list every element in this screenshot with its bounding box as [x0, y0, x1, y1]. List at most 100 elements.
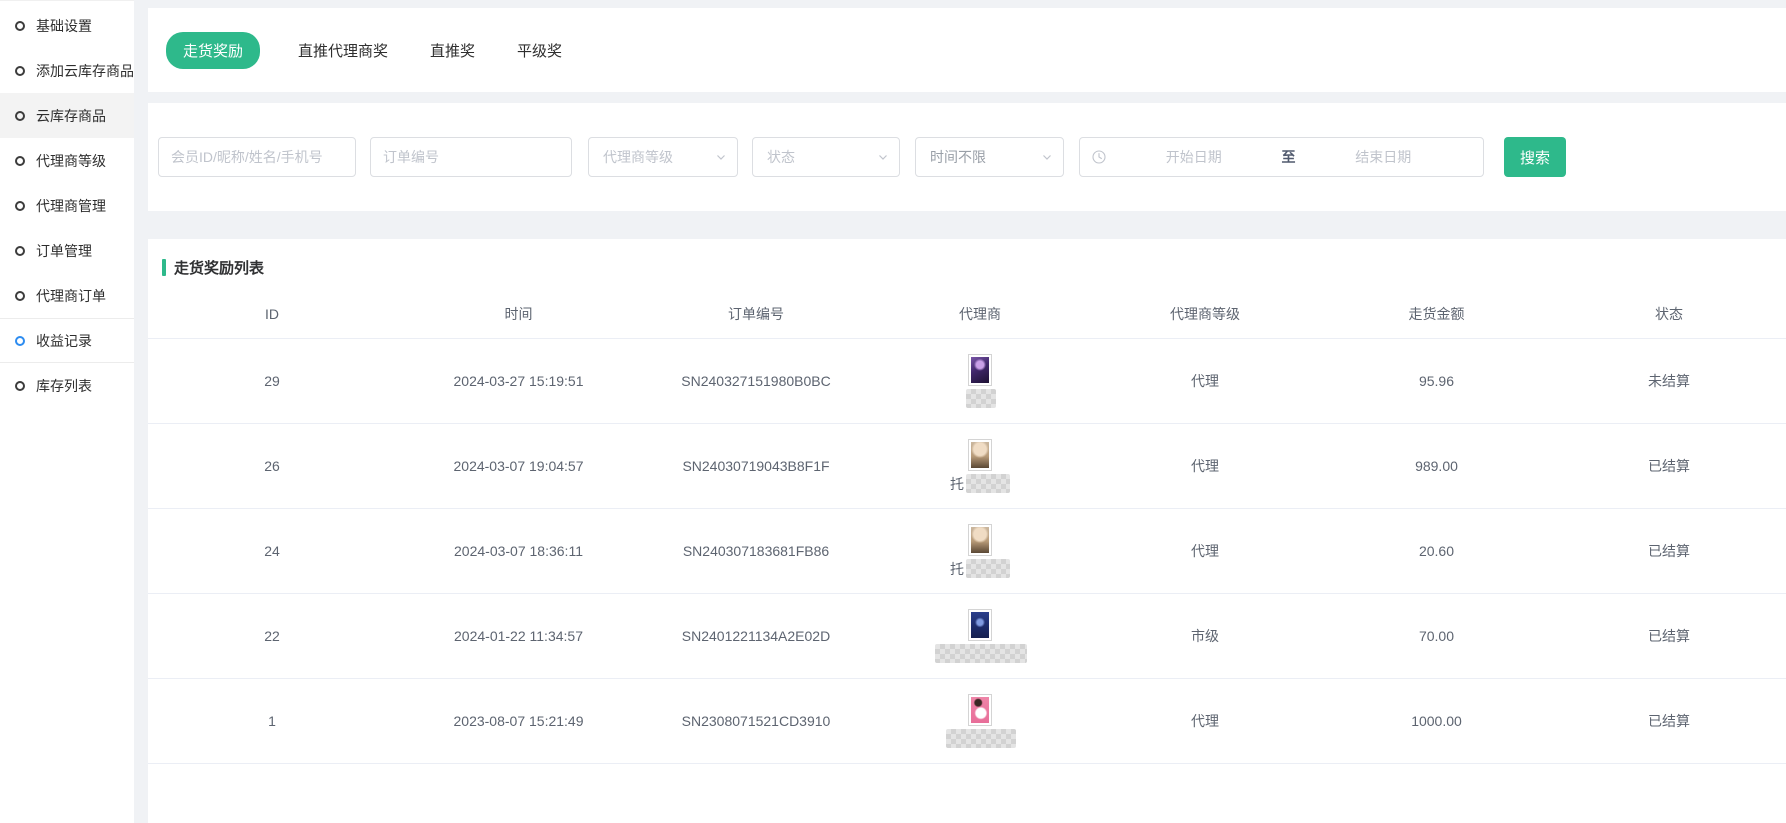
sidebar-item-label: 收益记录	[36, 331, 92, 351]
member-search-field	[158, 137, 356, 177]
sidebar-item-order-management[interactable]: 订单管理	[0, 228, 134, 273]
order-no-field	[370, 137, 572, 177]
cell-id: 29	[148, 373, 396, 389]
cell-time: 2023-08-07 15:21:49	[396, 713, 641, 729]
censored-name	[935, 644, 1027, 663]
cell-time: 2024-03-27 15:19:51	[396, 373, 641, 389]
tab-direct-agent-reward[interactable]: 直推代理商奖	[294, 32, 392, 69]
date-range-picker[interactable]: 开始日期 至 结束日期	[1079, 137, 1484, 177]
sidebar: 基础设置 添加云库存商品 云库存商品 代理商等级 代理商管理 订单管理 代理商订…	[0, 0, 134, 823]
sidebar-item-label: 订单管理	[36, 241, 92, 261]
cell-order-no: SN2308071521CD3910	[641, 713, 871, 729]
radio-circle-icon	[15, 381, 25, 391]
agent-name: 托	[950, 474, 1010, 494]
col-header-order-no: 订单编号	[641, 304, 871, 324]
agent-name-prefix: 托	[950, 474, 964, 494]
cell-amount: 989.00	[1321, 458, 1552, 474]
radio-circle-icon	[15, 246, 25, 256]
clock-icon	[1092, 150, 1106, 164]
agent-level-select[interactable]: 代理商等级	[588, 137, 738, 177]
member-search-input[interactable]	[159, 138, 355, 176]
table-header: ID 时间 订单编号 代理商 代理商等级 走货金额 状态	[148, 289, 1786, 339]
censored-name	[966, 559, 1010, 578]
agent-name-prefix: 托	[950, 559, 964, 579]
cell-agent-level: 代理	[1089, 371, 1321, 391]
cell-time: 2024-01-22 11:34:57	[396, 628, 641, 644]
reward-table: ID 时间 订单编号 代理商 代理商等级 走货金额 状态 29 2024-03-…	[148, 289, 1786, 764]
table-row: 24 2024-03-07 18:36:11 SN240307183681FB8…	[148, 509, 1786, 594]
sidebar-item-add-cloud-stock-product[interactable]: 添加云库存商品	[0, 48, 134, 93]
censored-name	[966, 474, 1010, 493]
cell-amount: 70.00	[1321, 628, 1552, 644]
censored-name	[966, 389, 996, 408]
cell-agent: 托	[871, 524, 1089, 579]
sidebar-item-basic-settings[interactable]: 基础设置	[0, 3, 134, 48]
chevron-down-icon	[1041, 151, 1053, 163]
cell-id: 24	[148, 543, 396, 559]
cell-status: 未结算	[1552, 371, 1786, 391]
sidebar-item-agent-orders[interactable]: 代理商订单	[0, 273, 134, 318]
tab-peer-reward[interactable]: 平级奖	[513, 32, 566, 69]
table-row: 26 2024-03-07 19:04:57 SN24030719043B8F1…	[148, 424, 1786, 509]
cell-agent: 托	[871, 439, 1089, 494]
cell-agent	[871, 694, 1089, 748]
table-row: 22 2024-01-22 11:34:57 SN2401221134A2E02…	[148, 594, 1786, 679]
order-no-input[interactable]	[371, 138, 571, 176]
tab-shipment-reward[interactable]: 走货奖励	[166, 32, 260, 69]
col-header-time: 时间	[396, 304, 641, 324]
agent-avatar	[968, 609, 992, 641]
page-title: 走货奖励列表	[174, 257, 264, 278]
col-header-agent-level: 代理商等级	[1089, 304, 1321, 324]
cell-order-no: SN240307183681FB86	[641, 543, 871, 559]
cell-status: 已结算	[1552, 541, 1786, 561]
cell-agent	[871, 609, 1089, 663]
radio-circle-icon	[15, 66, 25, 76]
radio-circle-icon	[15, 201, 25, 211]
agent-avatar	[968, 354, 992, 386]
start-date-field[interactable]: 开始日期	[1106, 147, 1282, 167]
sidebar-item-label: 基础设置	[36, 16, 92, 36]
date-separator: 至	[1282, 147, 1296, 167]
time-range-select[interactable]: 时间不限	[915, 137, 1064, 177]
sidebar-item-label: 代理商订单	[36, 286, 106, 306]
sidebar-item-cloud-stock-product[interactable]: 云库存商品	[0, 93, 134, 138]
cell-time: 2024-03-07 18:36:11	[396, 543, 641, 559]
sidebar-item-earnings-records[interactable]: 收益记录	[0, 318, 134, 363]
sidebar-item-label: 云库存商品	[36, 106, 106, 126]
sidebar-item-label: 库存列表	[36, 376, 92, 396]
censored-name	[946, 729, 1016, 748]
sidebar-item-stock-list[interactable]: 库存列表	[0, 363, 134, 408]
cell-id: 26	[148, 458, 396, 474]
cell-amount: 95.96	[1321, 373, 1552, 389]
cell-agent-level: 代理	[1089, 456, 1321, 476]
sidebar-item-agent-level[interactable]: 代理商等级	[0, 138, 134, 183]
agent-name	[933, 644, 1027, 663]
radio-circle-icon	[15, 291, 25, 301]
section-title: 走货奖励列表	[162, 253, 1786, 281]
tab-direct-reward[interactable]: 直推奖	[426, 32, 479, 69]
cell-agent-level: 代理	[1089, 711, 1321, 731]
sidebar-item-agent-management[interactable]: 代理商管理	[0, 183, 134, 228]
reward-list-card: 走货奖励列表 ID 时间 订单编号 代理商 代理商等级 走货金额 状态 29 2…	[148, 239, 1786, 823]
cell-agent-level: 市级	[1089, 626, 1321, 646]
filter-bar: 代理商等级 状态 时间不限 开始日期 至 结束日期 搜索	[148, 103, 1786, 211]
search-button[interactable]: 搜索	[1504, 137, 1566, 177]
end-date-field[interactable]: 结束日期	[1296, 147, 1472, 167]
agent-avatar	[968, 524, 992, 556]
cell-status: 已结算	[1552, 456, 1786, 476]
main-content: 走货奖励 直推代理商奖 直推奖 平级奖 代理商等级 状态 时间不限 开始日期 至…	[148, 0, 1786, 823]
status-select-placeholder: 状态	[767, 147, 795, 167]
table-body: 29 2024-03-27 15:19:51 SN240327151980B0B…	[148, 339, 1786, 764]
col-header-agent: 代理商	[871, 304, 1089, 324]
reward-tabs-bar: 走货奖励 直推代理商奖 直推奖 平级奖	[148, 8, 1786, 92]
cell-amount: 20.60	[1321, 543, 1552, 559]
col-header-status: 状态	[1552, 304, 1786, 324]
status-select[interactable]: 状态	[752, 137, 900, 177]
table-row: 29 2024-03-27 15:19:51 SN240327151980B0B…	[148, 339, 1786, 424]
agent-avatar	[968, 439, 992, 471]
cell-status: 已结算	[1552, 626, 1786, 646]
col-header-amount: 走货金额	[1321, 304, 1552, 324]
radio-circle-icon	[15, 156, 25, 166]
cell-order-no: SN24030719043B8F1F	[641, 458, 871, 474]
cell-id: 1	[148, 713, 396, 729]
